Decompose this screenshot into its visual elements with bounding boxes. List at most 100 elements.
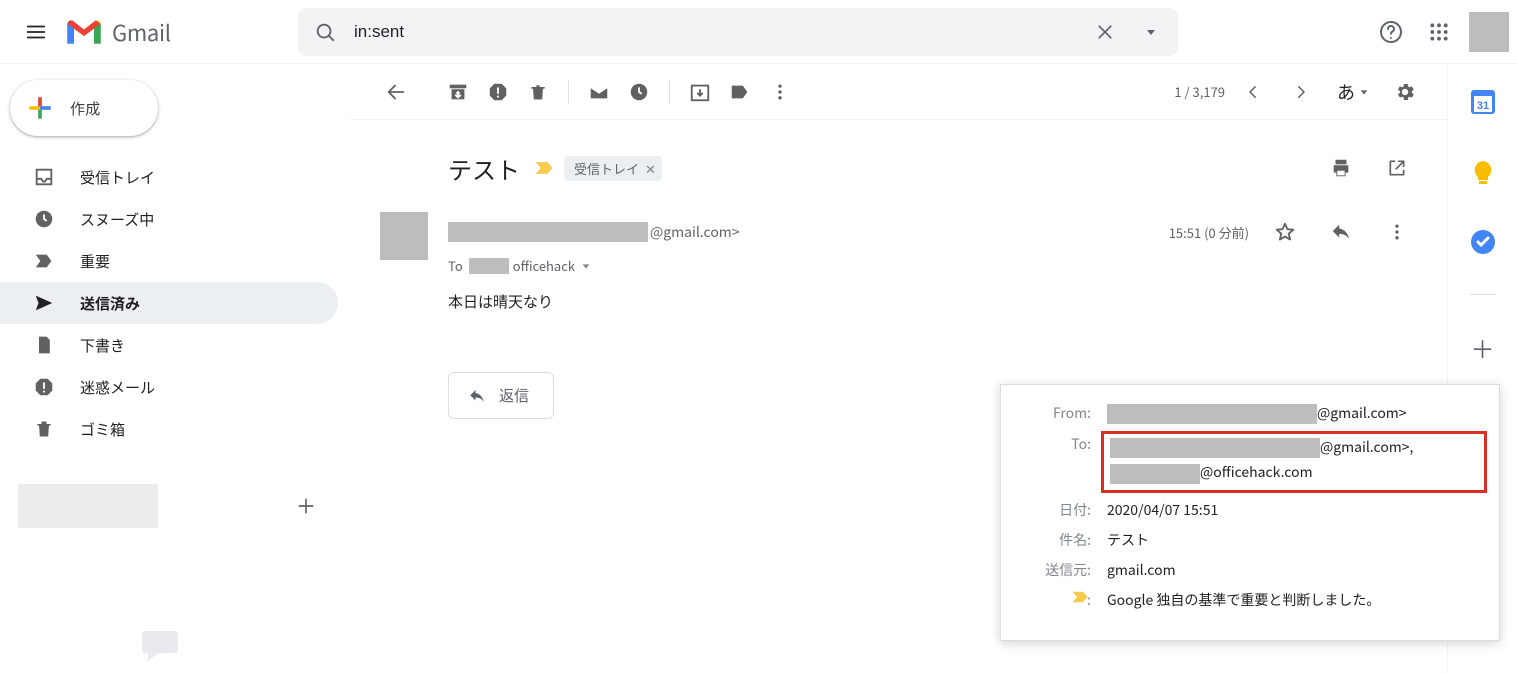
get-addons-button[interactable]: ＋	[1465, 329, 1501, 365]
compose-plus-icon	[24, 92, 56, 124]
trash-icon	[32, 417, 56, 441]
nav-item-important[interactable]: 重要	[0, 240, 338, 282]
sidebar-bottom-bar	[0, 478, 350, 534]
close-icon	[1095, 22, 1115, 42]
star-button[interactable]	[1265, 212, 1305, 252]
redacted-sender-name	[448, 222, 648, 242]
help-icon	[1379, 20, 1403, 44]
chevron-left-icon	[1244, 83, 1262, 101]
compose-button[interactable]: 作成	[10, 80, 158, 136]
keep-addon[interactable]	[1465, 154, 1501, 190]
caret-down-icon	[1359, 87, 1369, 97]
next-page-button[interactable]	[1281, 72, 1321, 112]
details-mailedby-label: 送信元:	[1019, 560, 1107, 580]
nav-item-sent[interactable]: 送信済み	[0, 282, 338, 324]
hamburger-icon	[25, 21, 47, 43]
gear-icon	[1394, 81, 1416, 103]
pagination: 1 / 3,179	[1174, 72, 1321, 112]
caret-down-icon	[1145, 26, 1157, 38]
remove-label-button[interactable]: ✕	[645, 159, 656, 178]
details-subject-value: テスト	[1107, 530, 1481, 550]
details-to-highlight-box: @gmail.com>, @officehack.com	[1101, 431, 1487, 492]
google-apps-button[interactable]	[1415, 8, 1463, 56]
nav-item-spam[interactable]: 迷惑メール	[0, 366, 338, 408]
sender-avatar[interactable]	[380, 212, 428, 260]
archive-button[interactable]	[438, 72, 478, 112]
gmail-logo-text: Gmail	[112, 16, 171, 48]
star-icon	[1274, 221, 1296, 243]
message-timestamp: 15:51 (0 分前)	[1169, 223, 1249, 242]
search-options-button[interactable]	[1128, 9, 1174, 55]
gmail-logo[interactable]: Gmail	[60, 16, 298, 48]
details-subject-label: 件名:	[1019, 530, 1107, 550]
more-button[interactable]	[760, 72, 800, 112]
delete-button[interactable]	[518, 72, 558, 112]
message-more-button[interactable]	[1377, 212, 1417, 252]
nav-label: ゴミ箱	[80, 419, 125, 440]
nav-label: 下書き	[80, 335, 125, 356]
nav-label: 重要	[80, 251, 110, 272]
search-input[interactable]	[348, 8, 1082, 56]
label-chip-inbox[interactable]: 受信トレイ ✕	[564, 156, 662, 181]
reply-button[interactable]: 返信	[448, 372, 554, 419]
to-line: To officehack	[448, 256, 1417, 275]
new-chat-button[interactable]	[286, 486, 326, 526]
sidebar: 作成 受信トレイ スヌーズ中 重要 送信済み	[0, 64, 350, 673]
nav-item-trash[interactable]: ゴミ箱	[0, 408, 338, 450]
reply-icon-button[interactable]	[1321, 212, 1361, 252]
main-menu-button[interactable]	[12, 8, 60, 56]
nav-label: 受信トレイ	[80, 167, 155, 188]
snooze-button[interactable]	[619, 72, 659, 112]
hangouts-user-block[interactable]	[18, 484, 158, 528]
details-date-value: 2020/04/07 15:51	[1107, 500, 1481, 520]
back-button[interactable]	[376, 72, 416, 112]
details-important-text: Google 独自の基準で重要と判断しました。	[1107, 590, 1481, 610]
side-panel-divider	[1470, 294, 1496, 295]
input-method-button[interactable]: あ	[1337, 79, 1369, 105]
report-spam-button[interactable]	[478, 72, 518, 112]
search-bar	[298, 8, 1178, 56]
nav-label: スヌーズ中	[80, 209, 154, 230]
support-button[interactable]	[1367, 8, 1415, 56]
calendar-addon[interactable]: 31	[1465, 84, 1501, 120]
account-avatar[interactable]	[1469, 12, 1509, 52]
caret-down-icon	[581, 261, 591, 271]
open-new-window-button[interactable]	[1377, 148, 1417, 188]
gmail-m-icon	[64, 17, 104, 47]
clock-icon	[32, 207, 56, 231]
clear-search-button[interactable]	[1082, 9, 1128, 55]
plus-icon: ＋	[1471, 330, 1495, 365]
details-to-line1: @gmail.com>,	[1110, 437, 1478, 458]
search-button[interactable]	[302, 9, 348, 55]
nav-item-drafts[interactable]: 下書き	[0, 324, 338, 366]
mark-unread-button[interactable]	[579, 72, 619, 112]
redacted-to-name	[469, 258, 509, 274]
settings-button[interactable]	[1385, 72, 1425, 112]
important-icon	[32, 249, 56, 273]
chevron-right-icon	[1292, 83, 1310, 101]
spam-icon	[32, 375, 56, 399]
redacted-block	[1110, 464, 1200, 484]
email-body: 本日は晴天なり	[448, 289, 1417, 312]
page-counter: 1 / 3,179	[1174, 82, 1225, 101]
nav-label: 迷惑メール	[80, 377, 155, 398]
draft-icon	[32, 333, 56, 357]
nav-item-inbox[interactable]: 受信トレイ	[0, 156, 338, 198]
tasks-addon[interactable]	[1465, 224, 1501, 260]
details-mailedby-value: gmail.com	[1107, 560, 1481, 580]
open-external-icon	[1387, 158, 1407, 178]
keep-icon	[1470, 159, 1496, 185]
prev-page-button[interactable]	[1233, 72, 1273, 112]
tasks-icon	[1470, 229, 1496, 255]
important-marker-icon[interactable]	[534, 160, 554, 176]
inbox-icon	[32, 165, 56, 189]
snooze-icon	[628, 81, 650, 103]
email-subject: テスト	[448, 151, 520, 186]
nav-item-snoozed[interactable]: スヌーズ中	[0, 198, 338, 240]
more-vert-icon	[770, 82, 790, 102]
move-to-button[interactable]	[680, 72, 720, 112]
labels-button[interactable]	[720, 72, 760, 112]
print-button[interactable]	[1321, 148, 1361, 188]
show-details-button[interactable]	[581, 256, 591, 275]
content-area: 1 / 3,179 あ テスト 受信トレイ	[350, 64, 1447, 673]
